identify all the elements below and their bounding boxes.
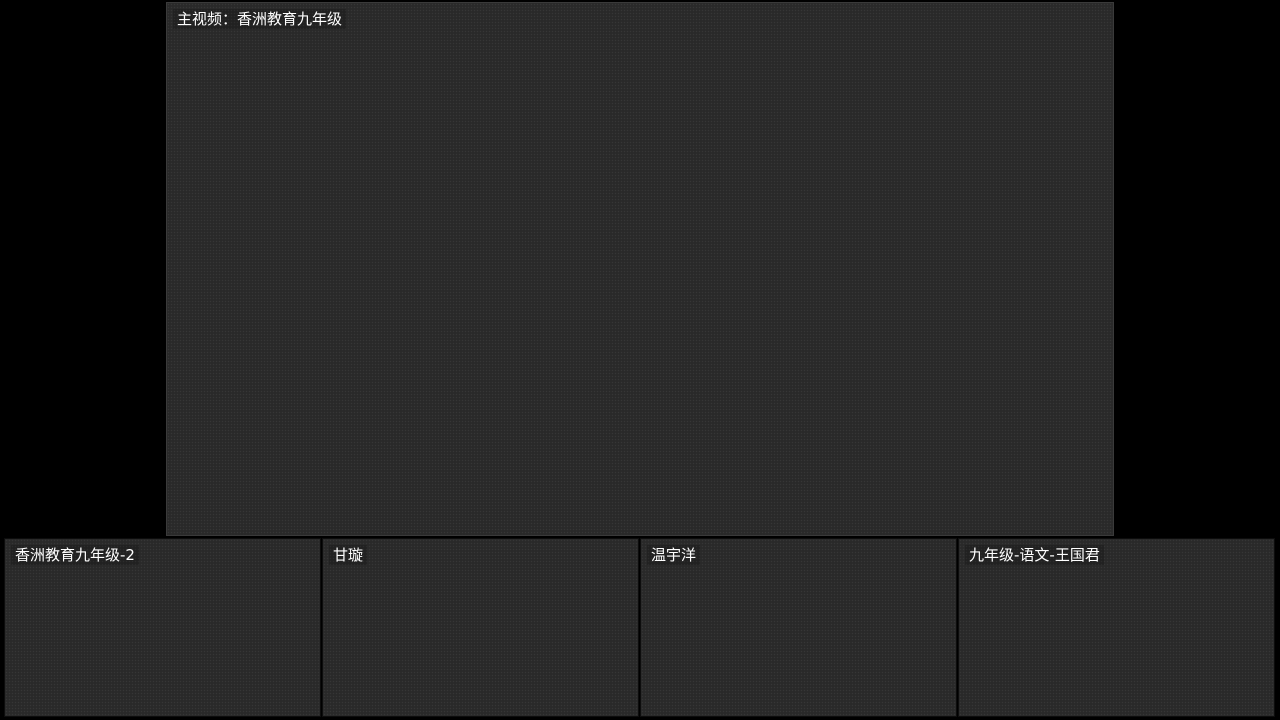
participant-tile[interactable]: 温宇洋 [640, 538, 957, 717]
participant-name-label: 九年级-语文-王国君 [965, 545, 1104, 565]
participant-name-label: 香洲教育九年级-2 [11, 545, 139, 565]
main-video-tile[interactable]: 主视频：香洲教育九年级 [166, 2, 1114, 536]
participant-tile[interactable]: 香洲教育九年级-2 [4, 538, 321, 717]
participant-strip: 香洲教育九年级-2 甘璇 温宇洋 九年级-语文-王国君 [4, 538, 1275, 717]
participant-tile[interactable]: 甘璇 [322, 538, 639, 717]
participant-name-label: 甘璇 [329, 545, 368, 565]
main-video-label: 主视频：香洲教育九年级 [173, 9, 347, 29]
video-conference-stage: 主视频：香洲教育九年级 香洲教育九年级-2 甘璇 温宇洋 九年级-语文-王国君 [0, 0, 1280, 720]
participant-name-label: 温宇洋 [647, 545, 701, 565]
participant-tile[interactable]: 九年级-语文-王国君 [958, 538, 1275, 717]
